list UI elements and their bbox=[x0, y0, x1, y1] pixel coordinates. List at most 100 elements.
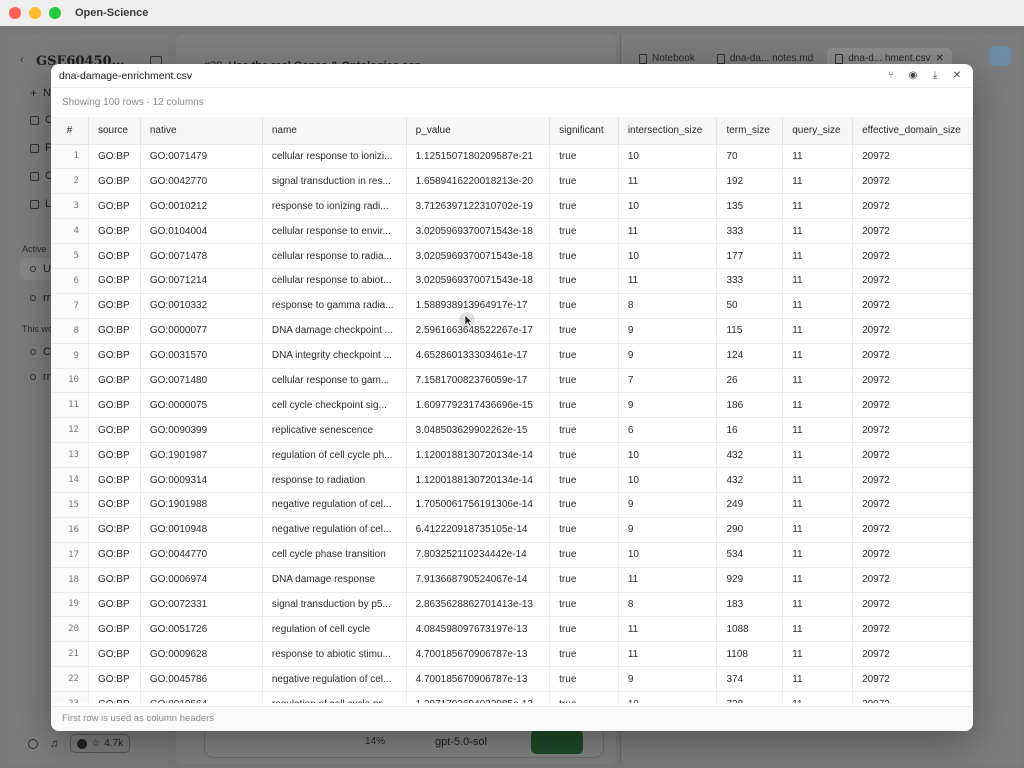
table-cell-source: GO:BP bbox=[88, 392, 141, 419]
close-icon[interactable]: ✕ bbox=[951, 69, 963, 81]
table-row[interactable]: 12 GO:BP GO:0090399 replicative senescence 3… bbox=[51, 417, 973, 444]
download-icon[interactable]: ⤓ bbox=[929, 69, 941, 81]
table-cell-effective-domain-size: 20972 bbox=[852, 243, 973, 269]
column-header-native[interactable]: native bbox=[140, 117, 263, 145]
table-row[interactable]: 4 GO:BP GO:0104004 cellular response to env… bbox=[51, 218, 973, 245]
row-number: 15 bbox=[51, 492, 89, 518]
table-row[interactable]: 2 GO:BP GO:0042770 signal transduction in r… bbox=[51, 168, 973, 195]
row-number: 18 bbox=[51, 567, 89, 593]
table-row[interactable]: 8 GO:BP GO:0000077 DNA damage checkpoint ..… bbox=[51, 318, 973, 344]
minimize-window-button[interactable] bbox=[29, 7, 41, 19]
table-cell-intersection-size: 11 bbox=[618, 616, 718, 643]
table-cell-effective-domain-size: 20972 bbox=[852, 542, 973, 568]
row-number: 3 bbox=[51, 193, 89, 220]
sidebar-footer: ♫ ☆ 4.7k bbox=[28, 734, 131, 753]
table-cell-source: GO:BP bbox=[88, 368, 141, 394]
table-cell-effective-domain-size: 20972 bbox=[852, 168, 973, 195]
data-table: # source native name p_value significant inter… bbox=[51, 117, 973, 703]
table-cell-intersection-size: 9 bbox=[618, 492, 718, 518]
panel-toggle-button[interactable] bbox=[989, 46, 1011, 66]
table-cell-name: negative regulation of cel... bbox=[262, 666, 407, 693]
column-header-query-size[interactable]: query_size bbox=[782, 117, 854, 145]
table-cell-query-size: 11 bbox=[782, 691, 854, 703]
table-row[interactable]: 19 GO:BP GO:0072331 signal transduction by … bbox=[51, 592, 973, 618]
table-row[interactable]: 9 GO:BP GO:0031570 DNA integrity checkpoint… bbox=[51, 343, 973, 369]
model-selector[interactable]: gpt-5.0-sol bbox=[435, 736, 487, 748]
column-header-source[interactable]: source bbox=[88, 117, 141, 145]
table-cell-native: GO:0044770 bbox=[140, 542, 263, 568]
column-header-rownum[interactable]: # bbox=[51, 117, 89, 145]
table-cell-term-size: 534 bbox=[716, 542, 784, 568]
table-cell-p-value: 3.7126397122310702e-19 bbox=[406, 193, 551, 220]
row-number: 4 bbox=[51, 218, 89, 245]
row-number: 11 bbox=[51, 392, 89, 419]
table-row[interactable]: 10 GO:BP GO:0071480 cellular response to ga… bbox=[51, 368, 973, 394]
table-row[interactable]: 15 GO:BP GO:1901988 negative regulation of … bbox=[51, 492, 973, 518]
table-row[interactable]: 22 GO:BP GO:0045786 negative regulation of … bbox=[51, 666, 973, 693]
table-cell-significant: true bbox=[549, 442, 619, 469]
table-cell-query-size: 11 bbox=[782, 293, 854, 319]
table-cell-name: response to radiation bbox=[262, 467, 407, 493]
close-tab-icon[interactable]: ✕ bbox=[935, 53, 943, 64]
column-header-p-value[interactable]: p_value bbox=[406, 117, 551, 145]
table-row[interactable]: 11 GO:BP GO:0000075 cell cycle checkpoint s… bbox=[51, 392, 973, 419]
table-row[interactable]: 3 GO:BP GO:0010212 response to ionizing rad… bbox=[51, 193, 973, 220]
table-cell-native: GO:0009628 bbox=[140, 641, 263, 668]
table-cell-significant: true bbox=[549, 368, 619, 394]
table-row[interactable]: 7 GO:BP GO:0010332 response to gamma radia.… bbox=[51, 293, 973, 319]
table-cell-p-value: 2.8635628862701413e-13 bbox=[406, 592, 551, 618]
table-row[interactable]: 1 GO:BP GO:0071479 cellular response to ion… bbox=[51, 144, 973, 170]
table-cell-intersection-size: 10 bbox=[618, 193, 718, 220]
table-cell-intersection-size: 11 bbox=[618, 168, 718, 195]
table-row[interactable]: 17 GO:BP GO:0044770 cell cycle phase transi… bbox=[51, 542, 973, 568]
gear-icon bbox=[30, 171, 39, 181]
bell-icon[interactable]: ♫ bbox=[50, 738, 58, 750]
table-row[interactable]: 18 GO:BP GO:0006974 DNA damage response 7.91… bbox=[51, 567, 973, 593]
column-header-term-size[interactable]: term_size bbox=[716, 117, 784, 145]
column-header-intersection-size[interactable]: intersection_size bbox=[618, 117, 718, 145]
table-row[interactable]: 13 GO:BP GO:1901987 regulation of cell cycl… bbox=[51, 442, 973, 469]
zoom-window-button[interactable] bbox=[49, 7, 61, 19]
table-cell-effective-domain-size: 20972 bbox=[852, 517, 973, 543]
branch-icon[interactable]: ⑂ bbox=[885, 69, 897, 81]
row-number: 10 bbox=[51, 368, 89, 394]
data-table-container[interactable]: # source native name p_value significant inter… bbox=[51, 117, 973, 703]
table-row[interactable]: 23GO:BPGO:0010564regulation of cell cycl… bbox=[51, 691, 973, 703]
table-cell-source: GO:BP bbox=[88, 467, 141, 493]
column-header-name[interactable]: name bbox=[262, 117, 407, 145]
row-number: 7 bbox=[51, 293, 89, 319]
table-cell-intersection-size: 10 bbox=[618, 243, 718, 269]
table-cell-native: GO:0000077 bbox=[140, 318, 263, 344]
table-cell-p-value: 7.158170082376059e-17 bbox=[406, 368, 551, 394]
table-row[interactable]: 14 GO:BP GO:0009314 response to radiation 1.… bbox=[51, 467, 973, 493]
send-button[interactable] bbox=[531, 730, 583, 754]
star-icon: ☆ bbox=[91, 738, 101, 749]
table-cell-p-value: 2.5961663648522267e-17 bbox=[406, 318, 551, 344]
table-cell-native: GO:0090399 bbox=[140, 417, 263, 444]
table-row[interactable]: 16 GO:BP GO:0010948 negative regulation of … bbox=[51, 517, 973, 543]
table-cell-p-value: 4.700185670906787e-13 bbox=[406, 666, 551, 693]
table-row[interactable]: 6 GO:BP GO:0071214 cellular response to abi… bbox=[51, 268, 973, 294]
table-body: 1 GO:BP GO:0071479 cellular response to ion… bbox=[51, 144, 973, 703]
table-cell-native: GO:0009314 bbox=[140, 467, 263, 493]
table-row[interactable]: 20 GO:BP GO:0051726 regulation of cell cycl… bbox=[51, 616, 973, 643]
folder-icon bbox=[30, 115, 39, 125]
table-cell-name: signal transduction by p5... bbox=[262, 592, 407, 618]
github-stars-button[interactable]: ☆ 4.7k bbox=[70, 734, 131, 753]
table-row[interactable]: 21 GO:BP GO:0009628 response to abiotic sti… bbox=[51, 641, 973, 668]
column-header-significant[interactable]: significant bbox=[549, 117, 619, 145]
column-header-effective-domain-size[interactable]: effective_domain_size bbox=[852, 117, 973, 145]
table-cell-intersection-size: 10 bbox=[618, 144, 718, 170]
row-number: 19 bbox=[51, 592, 89, 618]
back-icon[interactable]: ‹ bbox=[20, 54, 24, 66]
table-cell-native: GO:0010332 bbox=[140, 293, 263, 319]
eye-icon[interactable]: ◉ bbox=[907, 69, 919, 81]
table-row[interactable]: 5 GO:BP GO:0071478 cellular response to rad… bbox=[51, 243, 973, 269]
table-cell-effective-domain-size: 20972 bbox=[852, 616, 973, 643]
settings-icon[interactable] bbox=[28, 738, 38, 749]
table-cell-p-value: 3.0205969370071543e-18 bbox=[406, 268, 551, 294]
table-cell-native: GO:0010948 bbox=[140, 517, 263, 543]
table-cell-intersection-size: 7 bbox=[618, 368, 718, 394]
close-window-button[interactable] bbox=[9, 7, 21, 19]
table-cell-significant: true bbox=[549, 542, 619, 568]
